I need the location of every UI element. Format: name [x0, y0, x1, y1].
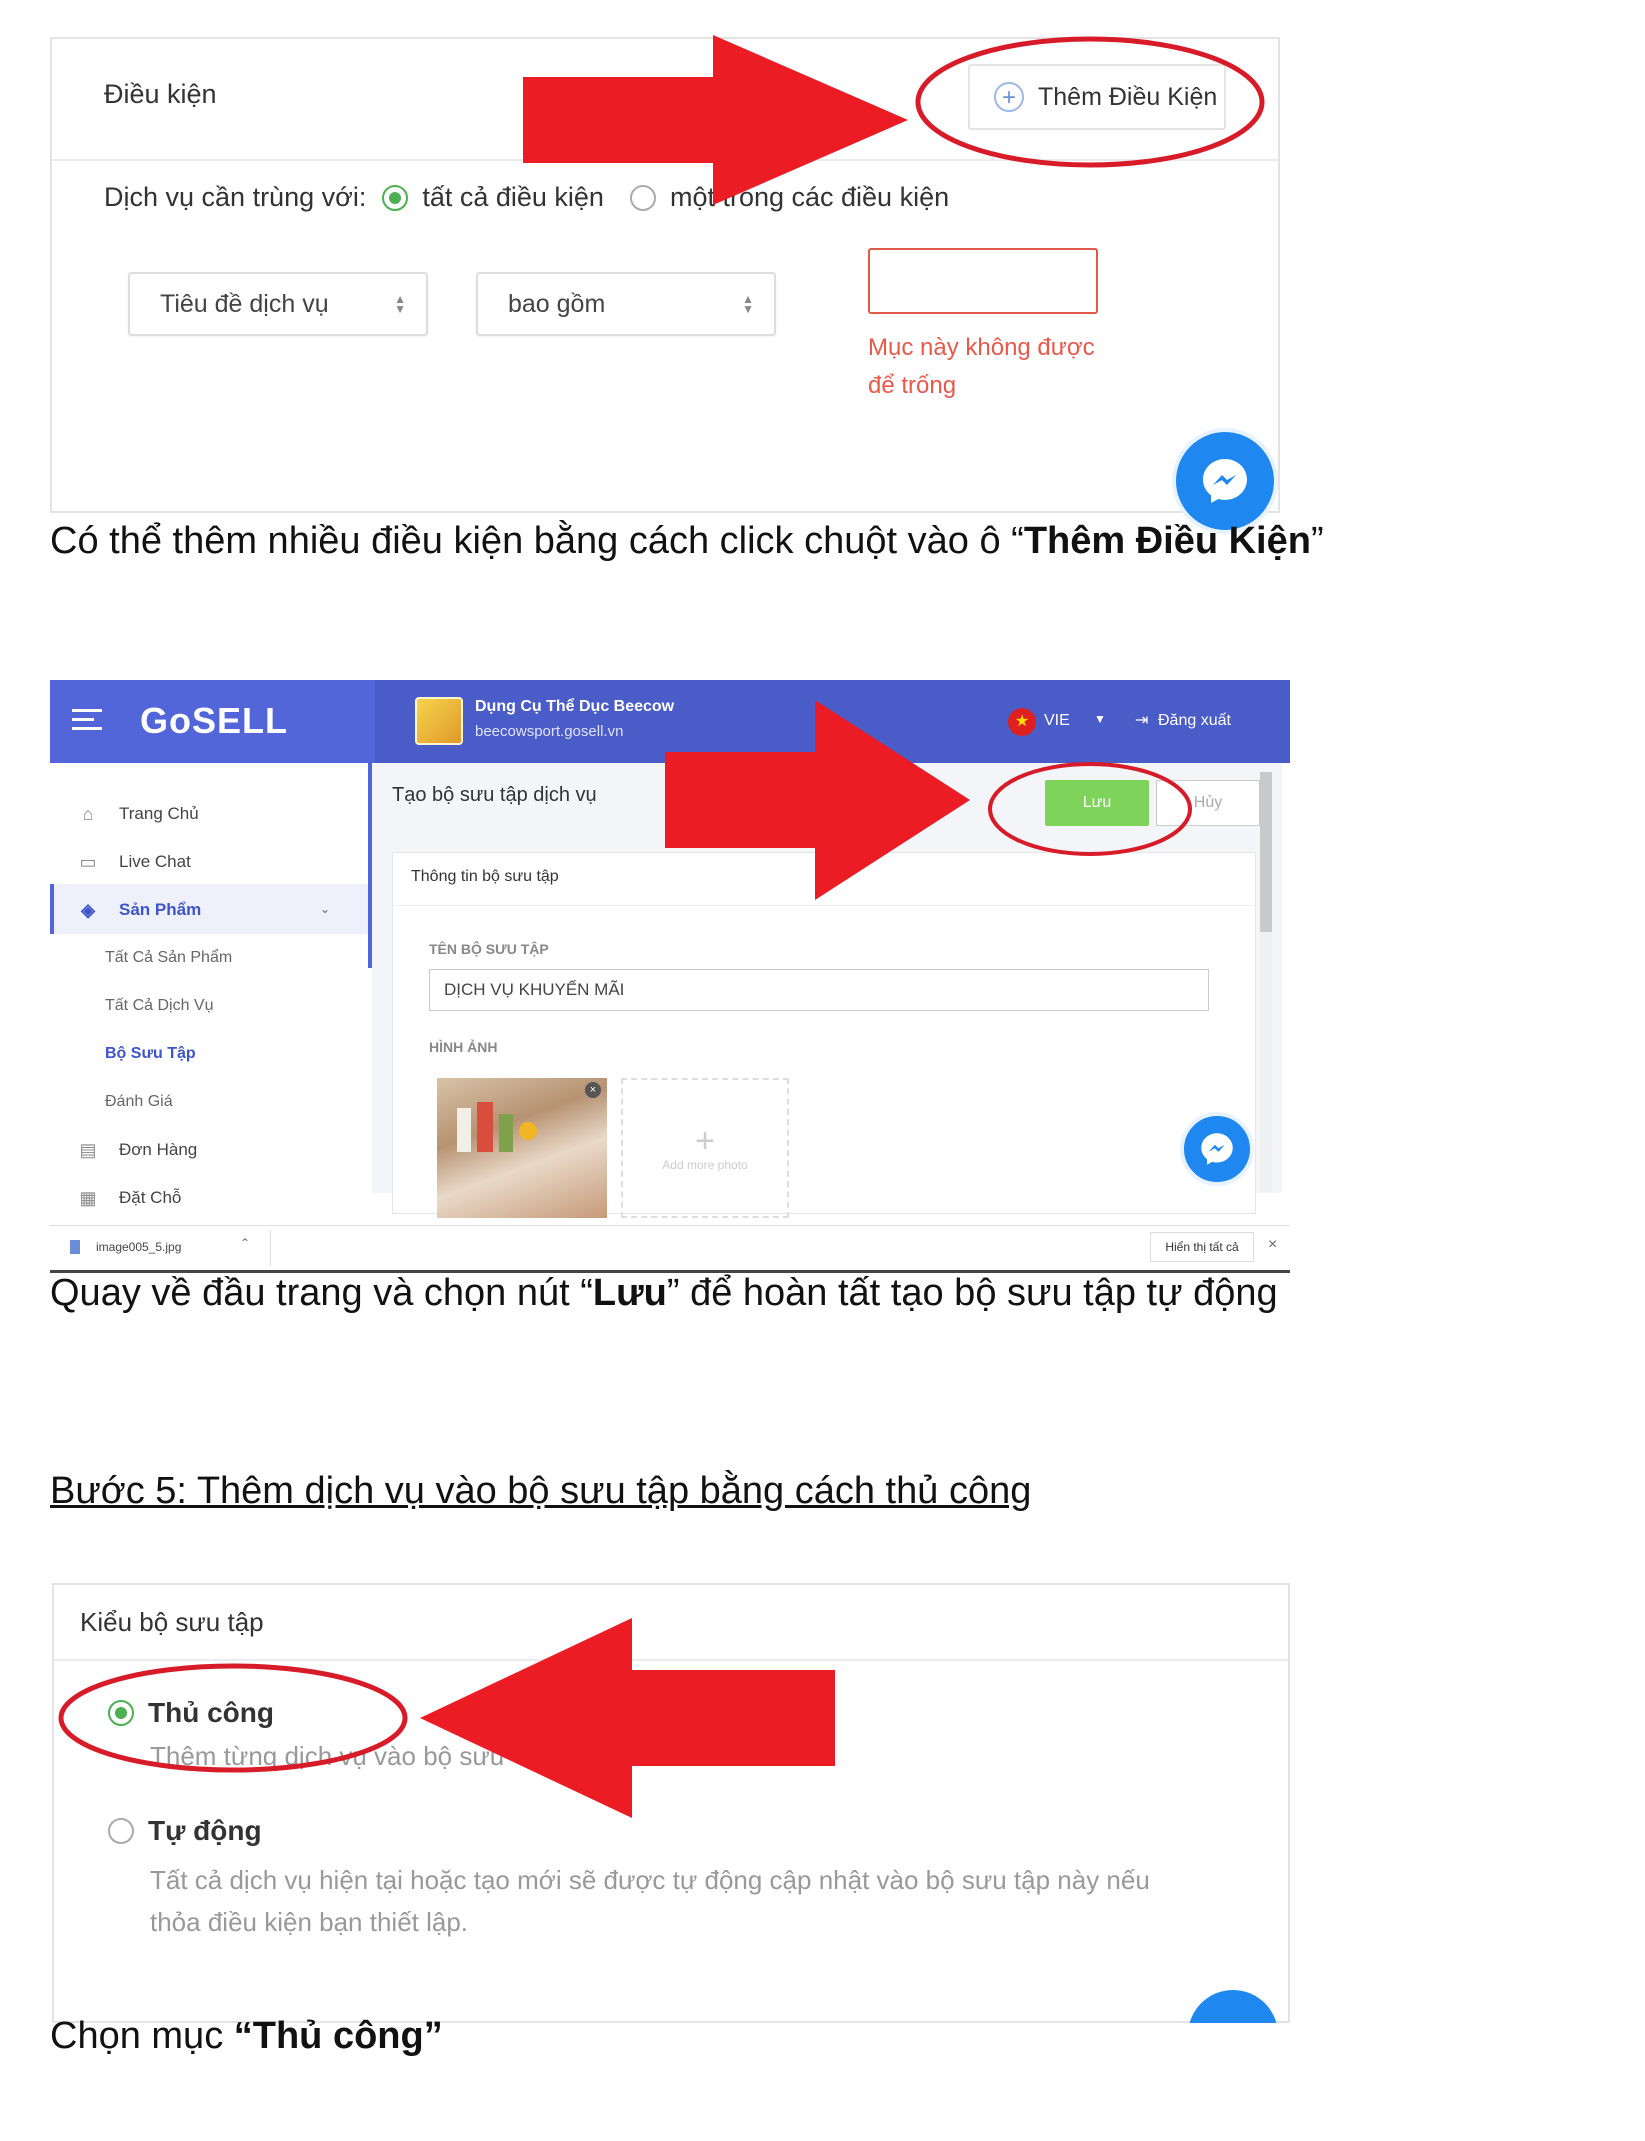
- field-select-value: Tiêu đề dịch vụ: [160, 289, 329, 318]
- auto-option[interactable]: Tự động: [108, 1815, 262, 1847]
- collection-name-label: TÊN BỘ SƯU TẬP: [429, 941, 549, 957]
- sidebar-item-reviews[interactable]: Đánh Giá: [105, 1093, 173, 1111]
- caption-1: Có thể thêm nhiều điều kiện bằng cách cl…: [50, 520, 1324, 563]
- step-5-heading: Bước 5: Thêm dịch vụ vào bộ sưu tập bằng…: [50, 1470, 1032, 1512]
- annotation-circle: [988, 762, 1192, 856]
- sidebar-item-all-products[interactable]: Tất Cả Sản Phẩm: [105, 949, 232, 967]
- add-photo-button[interactable]: + Add more photo: [621, 1078, 789, 1218]
- auto-description: Tất cả dịch vụ hiện tại hoặc tạo mới sẽ …: [150, 1859, 1270, 1943]
- caption-1-end: ”: [1310, 520, 1324, 562]
- download-bar: image005_5.jpg ⌃ Hiển thị tất cả ×: [50, 1225, 1290, 1270]
- operator-select[interactable]: bao gồm ▲ ▼: [476, 272, 776, 336]
- plus-icon: +: [695, 1122, 715, 1160]
- sidebar-item-home[interactable]: ⌂ Trang Chủ: [75, 796, 199, 832]
- caption-2: Quay về đầu trang và chọn nút “Lưu” để h…: [50, 1272, 1278, 1315]
- error-line-2: để trống: [868, 372, 957, 399]
- logo-area: GoSELL: [50, 680, 375, 763]
- caption-3-bold: “Thủ công”: [233, 2015, 443, 2057]
- radio-auto[interactable]: [108, 1818, 134, 1844]
- sidebar-item-collections[interactable]: Bộ Sưu Tập: [105, 1045, 196, 1063]
- store-url: beecowsport.gosell.vn: [475, 723, 624, 740]
- home-icon: ⌂: [82, 803, 94, 824]
- main-scrollbar[interactable]: [1260, 772, 1272, 1192]
- messenger-icon[interactable]: [1180, 1112, 1254, 1186]
- logout-icon[interactable]: ⇥: [1135, 710, 1148, 730]
- auto-desc-line-1: Tất cả dịch vụ hiện tại hoặc tạo mới sẽ …: [150, 1865, 1150, 1895]
- calendar-icon: ▦: [79, 1187, 97, 1208]
- annotation-arrow-right: [523, 35, 908, 205]
- messenger-icon[interactable]: [1172, 428, 1278, 534]
- collection-name-input[interactable]: DỊCH VỤ KHUYẾN MÃI: [429, 969, 1209, 1011]
- sidebar-item-live-chat[interactable]: ▭ Live Chat: [75, 844, 191, 880]
- condition-value-input[interactable]: [868, 248, 1098, 314]
- match-label: Dịch vụ cần trùng với:: [104, 182, 367, 212]
- tag-icon: ◈: [81, 899, 95, 920]
- close-icon[interactable]: ×: [1268, 1236, 1277, 1254]
- language-selector[interactable]: VIE: [1044, 712, 1070, 730]
- collection-photo: ×: [437, 1078, 607, 1218]
- caption-2-text: Quay về đầu trang và chọn nút “: [50, 1272, 593, 1314]
- annotation-arrow-left: [420, 1618, 835, 1818]
- hamburger-icon[interactable]: [72, 709, 102, 730]
- download-filename[interactable]: image005_5.jpg: [96, 1240, 181, 1254]
- sidebar-item-all-services[interactable]: Tất Cả Dịch Vụ: [105, 997, 213, 1015]
- remove-photo-icon[interactable]: ×: [585, 1082, 601, 1098]
- select-arrows-icon: ▲ ▼: [394, 292, 406, 316]
- receipt-icon: ▤: [79, 1139, 97, 1160]
- error-message: Mục này không được để trống: [868, 329, 1128, 405]
- sidebar-label: Live Chat: [119, 852, 191, 871]
- store-name: Dụng Cụ Thể Dục Beecow: [475, 698, 675, 715]
- chevron-up-icon[interactable]: ⌃: [240, 1236, 250, 1250]
- caption-2-bold: Lưu: [592, 1272, 667, 1314]
- file-icon: [70, 1240, 80, 1254]
- add-photo-label: Add more photo: [662, 1158, 748, 1172]
- messenger-icon-partial[interactable]: [1188, 1990, 1278, 2023]
- caption-1-text: Có thể thêm nhiều điều kiện bằng cách cl…: [50, 520, 1024, 562]
- show-all-button[interactable]: Hiển thị tất cả: [1150, 1232, 1254, 1262]
- sidebar-label: Trang Chủ: [119, 804, 199, 823]
- caption-2-end: ” để hoàn tất tạo bộ sưu tập tự động: [666, 1272, 1278, 1314]
- operator-select-value: bao gồm: [508, 289, 606, 318]
- sidebar: ⌂ Trang Chủ ▭ Live Chat ◈ Sản Phẩm ⌄ Tất Cả…: [50, 763, 372, 1208]
- sidebar-item-bookings[interactable]: ▦ Đặt Chỗ: [75, 1180, 181, 1216]
- annotation-arrow-right: [665, 700, 970, 900]
- brand-logo: GoSELL: [140, 700, 288, 741]
- vietnam-flag-icon: ★: [1008, 708, 1036, 736]
- logout-link[interactable]: Đăng xuất: [1158, 712, 1231, 730]
- annotation-circle: [915, 36, 1265, 168]
- annotation-circle: [58, 1663, 408, 1773]
- caption-3: Chọn mục “Thủ công”: [50, 2015, 443, 2058]
- caption-1-bold: Thêm Điều Kiện: [1023, 520, 1311, 562]
- sidebar-label: Đơn Hàng: [119, 1140, 198, 1159]
- radio-all-conditions[interactable]: [382, 184, 409, 211]
- chat-icon: ▭: [79, 851, 97, 872]
- auto-title: Tự động: [148, 1815, 262, 1846]
- field-select[interactable]: Tiêu đề dịch vụ ▲ ▼: [128, 272, 428, 336]
- error-line-1: Mục này không được: [868, 334, 1095, 361]
- chevron-down-icon[interactable]: ⌄: [320, 902, 330, 916]
- image-label: HÌNH ẢNH: [429, 1039, 498, 1055]
- card-title: Thông tin bộ sưu tập: [411, 868, 559, 885]
- conditions-title: Điều kiện: [104, 79, 217, 109]
- chevron-down-icon[interactable]: ▼: [1094, 712, 1106, 726]
- store-logo: [415, 697, 463, 745]
- page-title: Tạo bộ sưu tập dịch vụ: [392, 784, 597, 806]
- sidebar-item-products[interactable]: ◈ Sản Phẩm: [75, 892, 201, 928]
- sidebar-item-orders[interactable]: ▤ Đơn Hàng: [75, 1132, 197, 1168]
- sidebar-label: Sản Phẩm: [119, 900, 202, 919]
- caption-3-text: Chọn mục: [50, 2015, 234, 2057]
- select-arrows-icon: ▲ ▼: [742, 292, 754, 316]
- collection-type-title: Kiểu bộ sưu tập: [80, 1607, 264, 1637]
- auto-desc-line-2: thỏa điều kiện bạn thiết lập.: [150, 1907, 469, 1937]
- sidebar-label: Đặt Chỗ: [119, 1188, 182, 1207]
